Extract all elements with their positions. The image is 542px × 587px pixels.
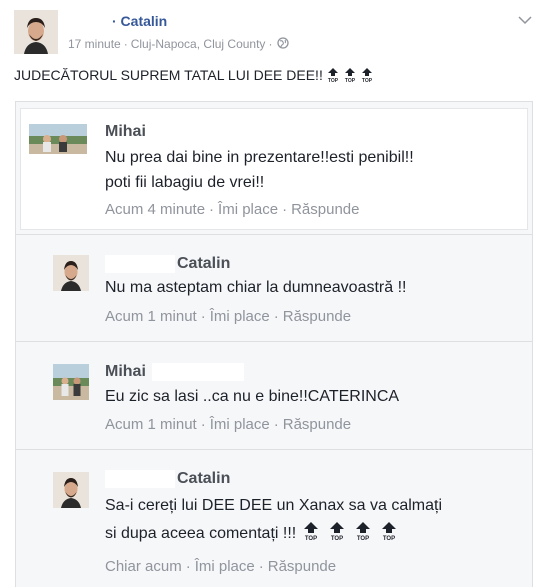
post-text-line: JUDECĂTORUL SUPREM TATAL LUI DEE DEE!! TO…	[14, 67, 374, 86]
commenter-name[interactable]: Catalin	[177, 255, 230, 272]
comment-actions: Acum 1 minut · Îmi place · Răspunde	[105, 416, 351, 433]
commenter-name[interactable]: Mihai	[105, 363, 146, 380]
like-link[interactable]: Îmi place	[210, 416, 270, 433]
comment-actions: Acum 1 minut · Îmi place · Răspunde	[105, 308, 351, 325]
comment-time[interactable]: Acum 1 minut	[105, 308, 197, 325]
top-arrow-icon: TOP	[353, 521, 373, 551]
reply-link[interactable]: Răspunde	[283, 308, 351, 325]
author-avatar[interactable]	[14, 10, 58, 54]
action-separator: ·	[200, 416, 206, 433]
action-separator: ·	[258, 558, 264, 575]
top-arrow-icon: TOP	[301, 521, 321, 551]
like-link[interactable]: Îmi place	[218, 201, 278, 218]
commenter-avatar[interactable]	[53, 364, 89, 400]
action-separator: ·	[282, 201, 288, 218]
meta-separator-2: ·	[268, 37, 273, 51]
comment-line: si dupa aceea comentați !!!	[105, 525, 297, 542]
comments-section: Mihai Nu prea dai bine in prezentare!!es…	[15, 101, 533, 587]
post-meta: 17 minute · Cluj-Napoca, Cluj County ·	[68, 37, 290, 52]
comment-time[interactable]: Chiar acum	[105, 558, 182, 575]
action-separator: ·	[200, 308, 206, 325]
comment: Catalin Nu ma asteptam chiar la dumneavo…	[16, 235, 532, 341]
comment-line: Nu prea dai bine in prezentare!!esti pen…	[105, 149, 414, 166]
svg-text:TOP: TOP	[331, 536, 343, 541]
comment: Mihai Eu zic sa lasi ..ca nu e bine!!CAT…	[16, 342, 532, 449]
action-separator: ·	[273, 308, 279, 325]
name-redaction	[151, 363, 244, 381]
comment-actions: Chiar acum · Îmi place · Răspunde	[105, 558, 336, 575]
author-name-redaction	[68, 14, 112, 30]
comment-text: Eu zic sa lasi ..ca nu e bine!!CATERINCA	[105, 384, 515, 409]
meta-separator: ·	[123, 37, 128, 51]
svg-text:TOP: TOP	[305, 536, 317, 541]
action-separator: ·	[273, 416, 279, 433]
svg-text:TOP: TOP	[383, 536, 395, 541]
comment-text: Sa-i cereți lui DEE DEE un Xanax sa va c…	[105, 492, 525, 551]
reply-link[interactable]: Răspunde	[268, 558, 336, 575]
comment-text: Nu ma asteptam chiar la dumneavoastră !!	[105, 275, 515, 300]
commenter-name-line: Mihai	[105, 363, 244, 381]
comment-actions: Acum 4 minute · Îmi place · Răspunde	[105, 201, 359, 218]
comment: Mihai Nu prea dai bine in prezentare!!es…	[16, 102, 532, 234]
svg-text:TOP: TOP	[328, 78, 339, 83]
comment-time[interactable]: Acum 4 minute	[105, 201, 205, 218]
post-location[interactable]: Cluj-Napoca, Cluj County	[131, 37, 266, 51]
top-arrow-icon: TOP	[343, 67, 357, 86]
post-author-name[interactable]: · Catalin	[112, 13, 167, 29]
reply-link[interactable]: Răspunde	[291, 201, 359, 218]
like-link[interactable]: Îmi place	[210, 308, 270, 325]
top-arrow-icon: TOP	[326, 67, 340, 86]
post-time[interactable]: 17 minute	[68, 37, 121, 51]
comment-text: Nu prea dai bine in prezentare!!esti pen…	[105, 145, 515, 195]
comment: Catalin Sa-i cereți lui DEE DEE un Xanax…	[16, 450, 532, 587]
comment-line-with-icons: si dupa aceea comentați !!! TOP TOP TOP TOP	[105, 520, 525, 551]
top-arrow-icon: TOP	[327, 521, 347, 551]
action-separator: ·	[209, 201, 215, 218]
comment-line: poti fii labagiu de vrei!!	[105, 174, 265, 191]
comment-time[interactable]: Acum 1 minut	[105, 416, 197, 433]
action-separator: ·	[185, 558, 191, 575]
svg-text:TOP: TOP	[362, 78, 373, 83]
commenter-name[interactable]: Mihai	[105, 123, 146, 141]
name-redaction	[105, 470, 175, 488]
commenter-name-line: Catalin	[105, 255, 230, 273]
commenter-name-line: Catalin	[105, 470, 230, 488]
commenter-name[interactable]: Catalin	[177, 470, 230, 487]
commenter-avatar[interactable]	[29, 124, 87, 154]
svg-text:TOP: TOP	[357, 536, 369, 541]
post-text: JUDECĂTORUL SUPREM TATAL LUI DEE DEE!!	[14, 67, 323, 83]
name-redaction	[105, 255, 175, 273]
comment-line: Eu zic sa lasi ..ca nu e bine!!CATERINCA	[105, 388, 400, 405]
chevron-down-icon[interactable]	[518, 12, 532, 30]
top-arrow-icon: TOP	[360, 67, 374, 86]
commenter-avatar[interactable]	[53, 255, 89, 291]
post-header: · Catalin 17 minute · Cluj-Napoca, Cluj Co…	[0, 0, 542, 64]
commenter-avatar[interactable]	[53, 472, 89, 508]
globe-icon[interactable]	[277, 37, 290, 52]
post-author[interactable]: · Catalin	[68, 13, 167, 30]
comment-line: Sa-i cereți lui DEE DEE un Xanax sa va c…	[105, 497, 443, 514]
top-arrow-icon: TOP	[379, 521, 399, 551]
like-link[interactable]: Îmi place	[195, 558, 255, 575]
reply-link[interactable]: Răspunde	[283, 416, 351, 433]
svg-text:TOP: TOP	[345, 78, 356, 83]
comment-line: Nu ma asteptam chiar la dumneavoastră !!	[105, 279, 407, 296]
